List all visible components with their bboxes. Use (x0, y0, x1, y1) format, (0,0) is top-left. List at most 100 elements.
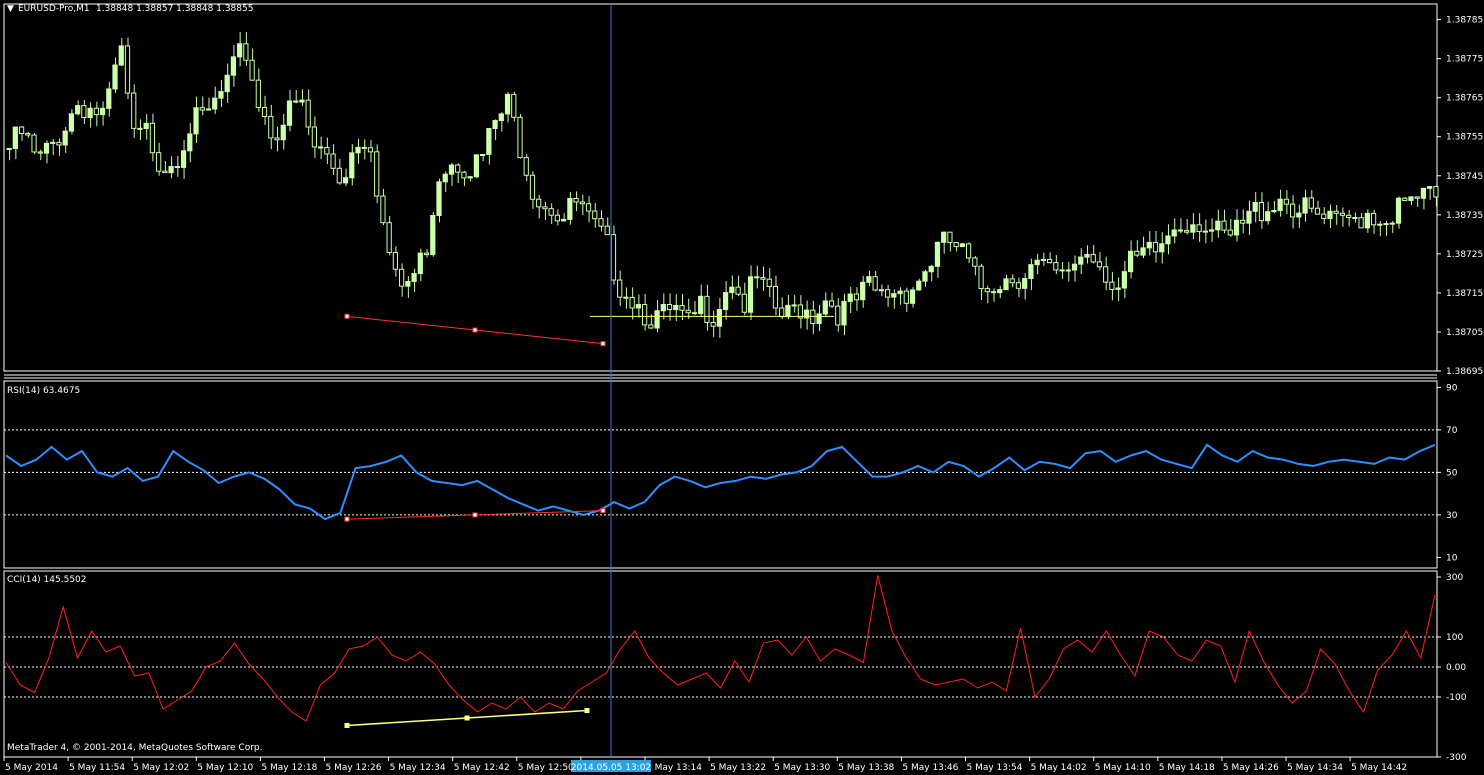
candle (205, 97, 212, 111)
candle (1364, 209, 1370, 233)
candle-body (1215, 220, 1221, 231)
candle (1377, 221, 1383, 237)
candle (342, 168, 349, 187)
candle-body (492, 120, 498, 130)
price-y-tick-label: 1.38705 (1446, 328, 1483, 338)
candle (1065, 261, 1071, 282)
candle-body (137, 127, 143, 130)
price-y-tick-label: 1.38695 (1446, 367, 1483, 377)
candle (1277, 189, 1283, 217)
candle (1258, 192, 1265, 229)
candle-body (511, 93, 517, 118)
price-y-tick-label: 1.38785 (1446, 16, 1483, 26)
candle-body (729, 286, 735, 294)
candle-body (747, 276, 754, 313)
candle (1358, 213, 1364, 229)
symbol-menu-icon[interactable]: ▼ (7, 4, 14, 14)
candle (1015, 277, 1022, 298)
chart-canvas[interactable]: 1.38785 1.38775 1.38765 1.38755 1.38745 1.387… (0, 0, 1484, 775)
candle (853, 287, 860, 311)
candle (785, 294, 791, 320)
candle-body (324, 147, 330, 155)
candle (405, 276, 411, 298)
candle (261, 95, 268, 126)
candle (305, 89, 311, 136)
candle (741, 282, 747, 316)
candle (847, 286, 853, 314)
candle (903, 287, 909, 312)
x-tick-label: 5 May 12:10 (197, 763, 253, 773)
candle (959, 242, 965, 248)
candle (947, 231, 953, 252)
candle-body (1159, 243, 1165, 253)
candle (511, 91, 517, 122)
candle (1402, 196, 1408, 202)
copyright-text: MetaTrader 4, © 2001-2014, MetaQuotes So… (7, 743, 263, 753)
candle-body (112, 64, 118, 90)
candle-body (754, 276, 760, 279)
candle-body (972, 257, 978, 267)
candle (436, 178, 442, 223)
candle-body (1177, 229, 1184, 232)
candle-body (635, 304, 642, 309)
candle-body (1165, 235, 1171, 245)
candle-body (766, 278, 772, 287)
candle (972, 256, 978, 276)
candle-body (392, 252, 399, 270)
candle-body (791, 304, 797, 307)
candle (1302, 189, 1308, 222)
candle-body (1034, 259, 1040, 266)
candle (1059, 261, 1065, 279)
candle (411, 268, 417, 293)
candle-body (997, 289, 1003, 294)
candle-body (43, 142, 50, 154)
candle-body (237, 43, 243, 58)
candle (990, 288, 997, 302)
candle-body (947, 231, 953, 244)
candle (965, 242, 972, 264)
candle-body (579, 201, 585, 205)
rsi-title: RSI(14) 63.4675 (7, 386, 81, 396)
x-tick-label: 5 May 13:22 (710, 763, 766, 773)
candle (1271, 200, 1277, 213)
candle-body (1265, 211, 1271, 222)
candle (349, 144, 355, 186)
candle-body (81, 105, 87, 119)
candle (37, 149, 43, 161)
candle (174, 155, 180, 177)
candle-body (230, 56, 237, 76)
candle-body (1240, 219, 1246, 224)
candle (1308, 190, 1314, 213)
candle-body (916, 280, 922, 291)
candle-body (1084, 254, 1090, 258)
candle (386, 216, 392, 256)
candle (224, 63, 230, 103)
candle-body (878, 289, 884, 292)
candle (199, 96, 205, 116)
candle-body (37, 151, 43, 154)
candle-body (542, 206, 548, 210)
candle (1171, 218, 1177, 244)
candle (1022, 272, 1028, 300)
candle (660, 293, 666, 320)
rsi-y-tick-label: 10 (1446, 553, 1458, 563)
candle-body (31, 134, 37, 153)
crosshair-time-label: 2014.05.05 13:02 (571, 763, 651, 773)
x-tick-label: 5 May 12:50 (518, 763, 574, 773)
candle-body (1171, 229, 1177, 237)
candle (1184, 218, 1190, 235)
candle (137, 119, 143, 141)
candle (1159, 232, 1165, 264)
candle (766, 268, 772, 297)
candle (392, 246, 399, 277)
x-tick-label: 5 May 14:34 (1287, 763, 1343, 773)
candle (1408, 196, 1414, 206)
candle-body (1221, 220, 1227, 231)
candle-body (623, 296, 629, 299)
candle-body (723, 292, 729, 311)
candle (828, 292, 835, 309)
ohlc-readout: 1.38848 1.38857 1.38848 1.38855 (96, 4, 254, 14)
candle-body (1289, 203, 1296, 218)
candle-body (168, 166, 174, 174)
x-tick-label: 5 May 13:46 (902, 763, 958, 773)
